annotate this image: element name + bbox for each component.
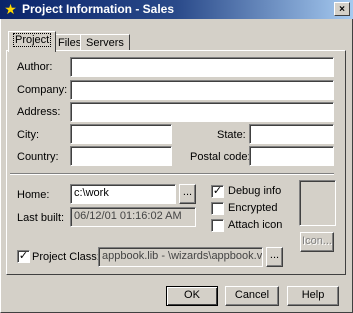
home-browse-button[interactable]: ... [179, 184, 196, 204]
title-bar[interactable]: ★ Project Information - Sales × [0, 0, 353, 19]
icon-button[interactable]: Icon... [300, 232, 334, 252]
attach-icon-label: Attach icon [228, 219, 283, 231]
author-label: Author: [17, 61, 53, 73]
tab-files-label: Files [58, 37, 82, 49]
last-built-value: 06/12/01 01:16:02 AM [70, 207, 196, 227]
city-field[interactable] [70, 124, 172, 144]
city-label: City: [17, 129, 39, 141]
ok-button[interactable]: OK [166, 286, 218, 306]
state-label: State: [217, 129, 246, 141]
encrypted-label: Encrypted [228, 202, 278, 214]
attach-icon-checkbox[interactable] [211, 219, 224, 232]
tab-servers[interactable]: Servers [80, 34, 130, 51]
state-field[interactable] [249, 124, 334, 144]
postal-code-field[interactable] [249, 146, 334, 166]
country-label: Country: [17, 151, 59, 163]
home-label: Home: [17, 189, 50, 201]
last-built-label: Last built: [17, 212, 65, 224]
author-field[interactable] [70, 57, 334, 77]
cancel-button[interactable]: Cancel [225, 286, 279, 306]
project-star-icon: ★ [4, 1, 17, 17]
checkmark-icon: ✓ [18, 250, 29, 262]
tab-servers-label: Servers [86, 37, 124, 49]
home-field[interactable]: c:\work [70, 184, 176, 204]
project-class-label: Project Class: [32, 251, 100, 263]
section-separator [10, 173, 334, 175]
debug-info-label: Debug info [228, 185, 282, 197]
debug-info-checkbox[interactable]: ✓ [211, 185, 224, 198]
help-button[interactable]: Help [287, 286, 339, 306]
icon-preview [299, 180, 336, 226]
company-field[interactable] [70, 80, 334, 100]
project-class-field: appbook.lib - \wizards\appbook.vcx) [98, 247, 263, 267]
project-class-checkbox[interactable]: ✓ [17, 250, 30, 263]
close-button[interactable]: × [334, 2, 350, 16]
company-label: Company: [17, 84, 68, 96]
tab-project-label: Project [12, 33, 52, 47]
tab-project[interactable]: Project [8, 31, 57, 52]
project-class-browse-button[interactable]: ... [266, 247, 283, 267]
window-title: Project Information - Sales [22, 2, 175, 16]
address-field[interactable] [70, 102, 334, 122]
encrypted-checkbox[interactable] [211, 202, 224, 215]
postal-code-label: Postal code: [190, 151, 251, 163]
checkmark-icon: ✓ [212, 185, 223, 197]
country-field[interactable] [70, 146, 172, 166]
address-label: Address: [17, 106, 61, 118]
